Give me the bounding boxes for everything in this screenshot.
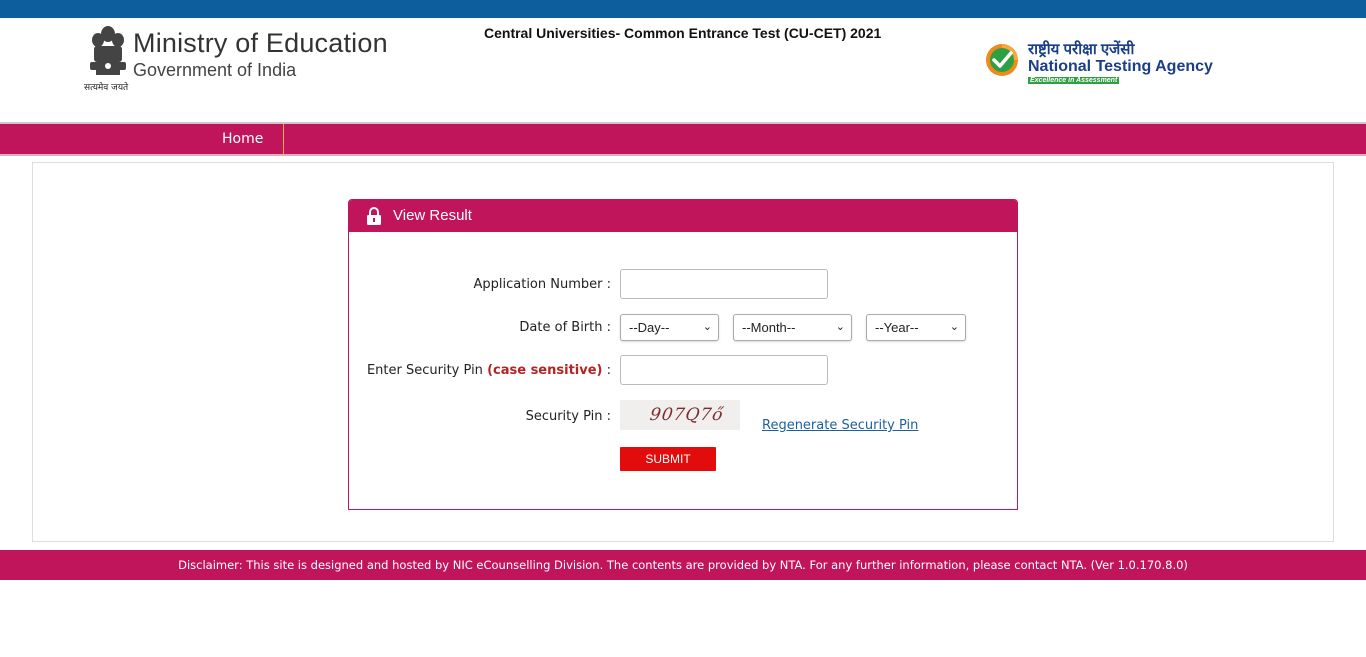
dob-year-select[interactable]: --Year-- ⌄ [866,314,966,341]
captcha-label: Security Pin : [525,409,611,424]
dob-month-select[interactable]: --Month-- ⌄ [733,314,852,341]
ministry-title: Ministry of Education [133,28,388,58]
dob-day-select[interactable]: --Day-- ⌄ [620,314,719,341]
exam-title: Central Universities- Common Entrance Te… [484,25,882,41]
captcha-text: 907Q7ő [648,405,725,425]
application-number-input[interactable] [620,269,828,299]
nav-home-link[interactable]: Home [222,124,285,154]
case-sensitive-hint: (case sensitive) [487,363,603,378]
nta-name: National Testing Agency [1028,58,1213,75]
nta-logo-icon [986,44,1018,76]
chevron-down-icon: ⌄ [702,321,712,333]
dob-month-value: --Month-- [742,320,796,335]
nta-tagline: Excellence in Assessment [1028,77,1120,84]
security-pin-input[interactable] [620,355,828,385]
chevron-down-icon: ⌄ [949,321,959,333]
chevron-down-icon: ⌄ [835,321,845,333]
security-pin-entry-label-text: Enter Security Pin [366,363,483,378]
application-number-label: Application Number : [473,277,611,292]
top-strip [0,0,1366,18]
regenerate-security-pin-link[interactable]: Regenerate Security Pin [762,418,918,433]
main-navbar: Home [0,122,1366,156]
site-header: सत्यमेव जयते Ministry of Education Gover… [0,18,1366,122]
panel-header: View Result [349,200,1017,232]
ministry-subtitle: Government of India [133,60,297,80]
dob-day-value: --Day-- [629,320,670,335]
nta-hindi-name: राष्ट्रीय परीक्षा एजेंसी [1028,41,1135,58]
footer-disclaimer: Disclaimer: This site is designed and ho… [0,550,1366,580]
security-pin-entry-label: Enter Security Pin (case sensitive) : [311,363,611,378]
panel-title: View Result [393,207,472,224]
emblem-caption: सत्यमेव जयते [84,83,129,93]
captcha-image: 907Q7ő [620,400,740,430]
dob-label: Date of Birth : [519,320,611,335]
dob-year-value: --Year-- [875,320,919,335]
submit-button[interactable]: SUBMIT [620,447,716,471]
lock-icon [367,207,381,225]
security-pin-entry-colon: : [602,363,611,378]
